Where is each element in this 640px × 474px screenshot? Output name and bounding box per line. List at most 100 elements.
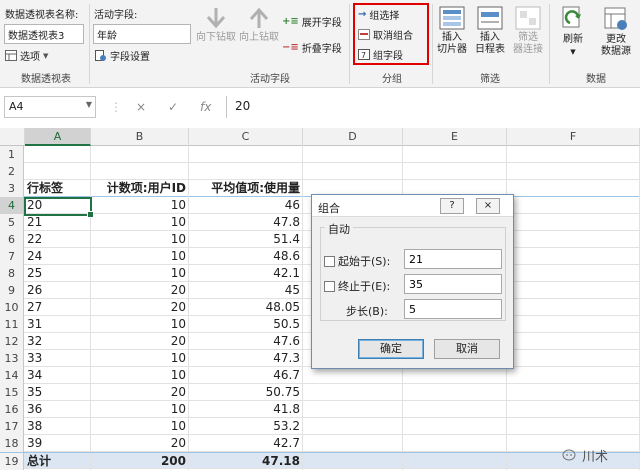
row-header[interactable]: 2 (0, 163, 24, 180)
cell[interactable] (507, 384, 640, 401)
cell[interactable] (303, 435, 403, 452)
cell[interactable]: 32 (25, 333, 91, 350)
cell[interactable]: 20 (91, 384, 189, 401)
cell[interactable]: 21 (25, 214, 91, 231)
cell[interactable] (403, 435, 507, 452)
cell[interactable]: 25 (25, 265, 91, 282)
cell[interactable] (403, 163, 507, 180)
cell[interactable]: 20 (25, 197, 91, 214)
cell[interactable] (507, 316, 640, 333)
cell[interactable] (507, 333, 640, 350)
cell[interactable]: 10 (91, 418, 189, 435)
row-header[interactable]: 9 (0, 282, 24, 299)
start-checkbox-row[interactable]: 起始于(S): (324, 253, 390, 269)
cell[interactable] (403, 418, 507, 435)
active-field-input[interactable] (93, 24, 191, 44)
options-button[interactable]: 选项 ▼ (5, 48, 48, 63)
cell[interactable]: 22 (25, 231, 91, 248)
pivot-name-input[interactable] (4, 24, 84, 44)
cell[interactable] (507, 350, 640, 367)
cell[interactable]: 20 (91, 333, 189, 350)
row-header[interactable]: 8 (0, 265, 24, 282)
column-header[interactable]: B (91, 128, 189, 146)
cell[interactable]: 行标签 (25, 180, 91, 197)
row-header[interactable]: 14 (0, 367, 24, 384)
row-header[interactable]: 1 (0, 146, 24, 163)
cell[interactable]: 48.6 (189, 248, 303, 265)
end-input[interactable] (404, 274, 502, 294)
cell[interactable] (403, 401, 507, 418)
cell[interactable] (507, 146, 640, 163)
row-header[interactable]: 18 (0, 435, 24, 452)
cell[interactable]: 50.75 (189, 384, 303, 401)
cell[interactable]: 51.4 (189, 231, 303, 248)
cell[interactable]: 总计 (25, 453, 91, 470)
column-header[interactable]: D (303, 128, 403, 146)
cell[interactable]: 平均值项:使用量 (189, 180, 303, 197)
end-checkbox-row[interactable]: 终止于(E): (324, 278, 390, 294)
cell[interactable]: 47.6 (189, 333, 303, 350)
cell[interactable] (303, 401, 403, 418)
refresh-button[interactable]: 刷新 ▼ (554, 6, 592, 58)
row-header[interactable]: 6 (0, 231, 24, 248)
cell[interactable]: 10 (91, 316, 189, 333)
expand-field-button[interactable]: +≡ 展开字段 (282, 14, 342, 29)
cell[interactable]: 50.5 (189, 316, 303, 333)
insert-timeline-button[interactable]: 插入 日程表 (472, 6, 508, 56)
cell[interactable] (507, 367, 640, 384)
step-input[interactable] (404, 299, 502, 319)
column-header[interactable]: F (507, 128, 640, 146)
cell[interactable] (303, 163, 403, 180)
cell[interactable] (403, 367, 507, 384)
cell[interactable]: 10 (91, 367, 189, 384)
cell[interactable] (507, 265, 640, 282)
row-header[interactable]: 15 (0, 384, 24, 401)
cell[interactable]: 47.3 (189, 350, 303, 367)
cell[interactable] (403, 146, 507, 163)
cell[interactable] (303, 146, 403, 163)
start-input[interactable] (404, 249, 502, 269)
cell[interactable] (25, 163, 91, 180)
filter-connections-button[interactable]: 筛选 器连接 (510, 6, 546, 56)
cell[interactable]: 46.7 (189, 367, 303, 384)
cell[interactable]: 47.8 (189, 214, 303, 231)
row-header[interactable]: 17 (0, 418, 24, 435)
close-button[interactable]: × (476, 198, 500, 214)
cell[interactable]: 47.18 (189, 453, 303, 470)
start-checkbox[interactable] (324, 255, 335, 267)
row-header[interactable]: 7 (0, 248, 24, 265)
cell[interactable] (189, 146, 303, 163)
cell[interactable] (303, 367, 403, 384)
row-header[interactable]: 3 (0, 180, 24, 197)
cell[interactable]: 46 (189, 197, 303, 214)
cell[interactable]: 42.7 (189, 435, 303, 452)
group-selection-button[interactable]: → 组选择 (358, 7, 399, 22)
row-header[interactable]: 11 (0, 316, 24, 333)
cell[interactable] (403, 453, 507, 470)
cell[interactable] (189, 163, 303, 180)
cell[interactable]: 20 (91, 282, 189, 299)
cell[interactable]: 10 (91, 248, 189, 265)
row-header[interactable]: 19 (0, 453, 24, 470)
cell[interactable]: 10 (91, 197, 189, 214)
cell[interactable]: 10 (91, 401, 189, 418)
drill-up-button[interactable]: 向上钻取 (238, 6, 280, 44)
cell[interactable]: 10 (91, 231, 189, 248)
cell[interactable]: 35 (25, 384, 91, 401)
cell[interactable]: 26 (25, 282, 91, 299)
cell[interactable] (507, 180, 640, 197)
field-settings-button[interactable]: 字段设置 (95, 48, 150, 63)
row-header[interactable]: 5 (0, 214, 24, 231)
row-header[interactable]: 13 (0, 350, 24, 367)
cell[interactable] (507, 231, 640, 248)
cell[interactable]: 24 (25, 248, 91, 265)
cell[interactable]: 48.05 (189, 299, 303, 316)
cell[interactable] (303, 453, 403, 470)
ungroup-button[interactable]: 取消组合 (358, 27, 413, 42)
cell[interactable]: 39 (25, 435, 91, 452)
cell[interactable]: 31 (25, 316, 91, 333)
ok-button[interactable]: 确定 (358, 339, 424, 359)
row-header[interactable]: 16 (0, 401, 24, 418)
drill-down-button[interactable]: 向下钻取 (194, 6, 238, 44)
cell[interactable] (507, 299, 640, 316)
